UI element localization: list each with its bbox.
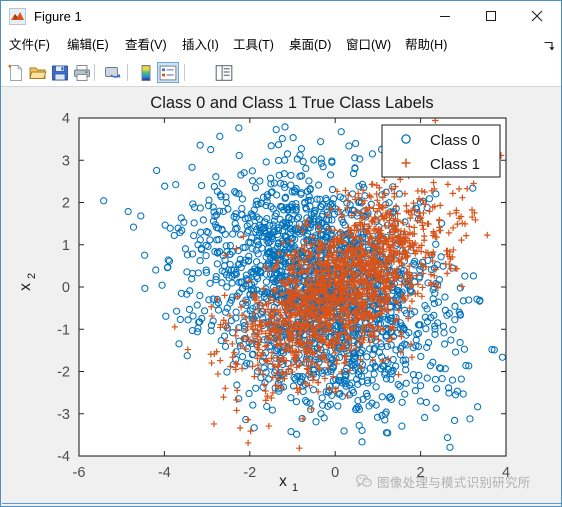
menu-help[interactable]: 帮助(H) (401, 36, 451, 55)
y-tick-label: 1 (62, 238, 70, 254)
print-figure-icon[interactable] (71, 62, 93, 83)
toolbar-separator (94, 64, 95, 81)
x-tick-label: -2 (243, 465, 256, 481)
legend-icon[interactable] (157, 62, 179, 83)
y-tick-label: 4 (62, 111, 70, 127)
y-tick-label: -3 (57, 407, 70, 423)
y-axis-label-base: x (17, 283, 34, 291)
close-button[interactable] (514, 1, 560, 31)
y-tick-label: 0 (62, 280, 70, 296)
figure-window: Figure 1 文件(F) 编辑(E) 查看(V) 插入(I) 工具(T) 桌… (0, 0, 562, 507)
y-tick-label: -2 (57, 365, 70, 381)
window-title: Figure 1 (34, 9, 82, 24)
menu-insert[interactable]: 插入(I) (178, 36, 223, 55)
y-tick-label: 3 (62, 153, 70, 169)
menu-file[interactable]: 文件(F) (5, 36, 54, 55)
x-tick-label: 4 (502, 465, 510, 481)
legend-label-class-0: Class 0 (430, 132, 480, 149)
title-bar: Figure 1 (1, 1, 561, 32)
toolbar-separator (127, 64, 128, 81)
dock-arrow-icon[interactable] (543, 39, 555, 51)
x-tick-label: -6 (73, 465, 86, 481)
menu-edit[interactable]: 编辑(E) (63, 36, 113, 55)
menu-tools[interactable]: 工具(T) (229, 36, 278, 55)
y-tick-label: 2 (62, 196, 70, 212)
tool-bar (1, 58, 561, 137)
colorbar-icon[interactable] (135, 62, 157, 83)
menu-desktop[interactable]: 桌面(D) (285, 36, 335, 55)
save-figure-icon[interactable] (49, 62, 71, 83)
new-figure-icon[interactable] (5, 62, 27, 83)
minimize-button[interactable] (422, 1, 468, 31)
x-tick-label: 0 (331, 465, 339, 481)
figure-canvas[interactable]: -6 -4 -2 0 2 4 -4 -3 -2 -1 0 1 2 3 4 Class 0 and Class… (2, 88, 560, 506)
menu-window[interactable]: 窗口(W) (342, 36, 395, 55)
plot-legend[interactable]: Class 0 Class 1 (381, 124, 501, 178)
plot-title: Class 0 and Class 1 True Class Labels (150, 94, 433, 112)
legend-label-class-1: Class 1 (430, 156, 480, 173)
maximize-button[interactable] (468, 1, 514, 31)
x-axis-label-base: x (279, 473, 287, 490)
property-inspector-icon[interactable] (213, 62, 235, 83)
scatter-plot[interactable]: -6 -4 -2 0 2 4-4-3-2-101234 Class 0 and Class… (2, 88, 560, 506)
y-tick-label: -1 (57, 322, 70, 338)
menu-bar: 文件(F) 编辑(E) 查看(V) 插入(I) 工具(T) 桌面(D) 窗口(W… (1, 32, 561, 58)
toolbar-separator (184, 64, 185, 81)
x-axis-label-sub: 1 (292, 482, 298, 494)
matlab-membrane-icon (9, 8, 26, 25)
menu-view[interactable]: 查看(V) (121, 36, 171, 55)
x-tick-label: 2 (417, 465, 425, 481)
y-tick-label: -4 (57, 449, 70, 465)
link-plot-icon[interactable] (102, 62, 124, 83)
open-file-icon[interactable] (27, 62, 49, 83)
status-bar (2, 503, 561, 506)
y-axis-label-sub: 2 (26, 273, 38, 279)
x-tick-label: -4 (158, 465, 171, 481)
